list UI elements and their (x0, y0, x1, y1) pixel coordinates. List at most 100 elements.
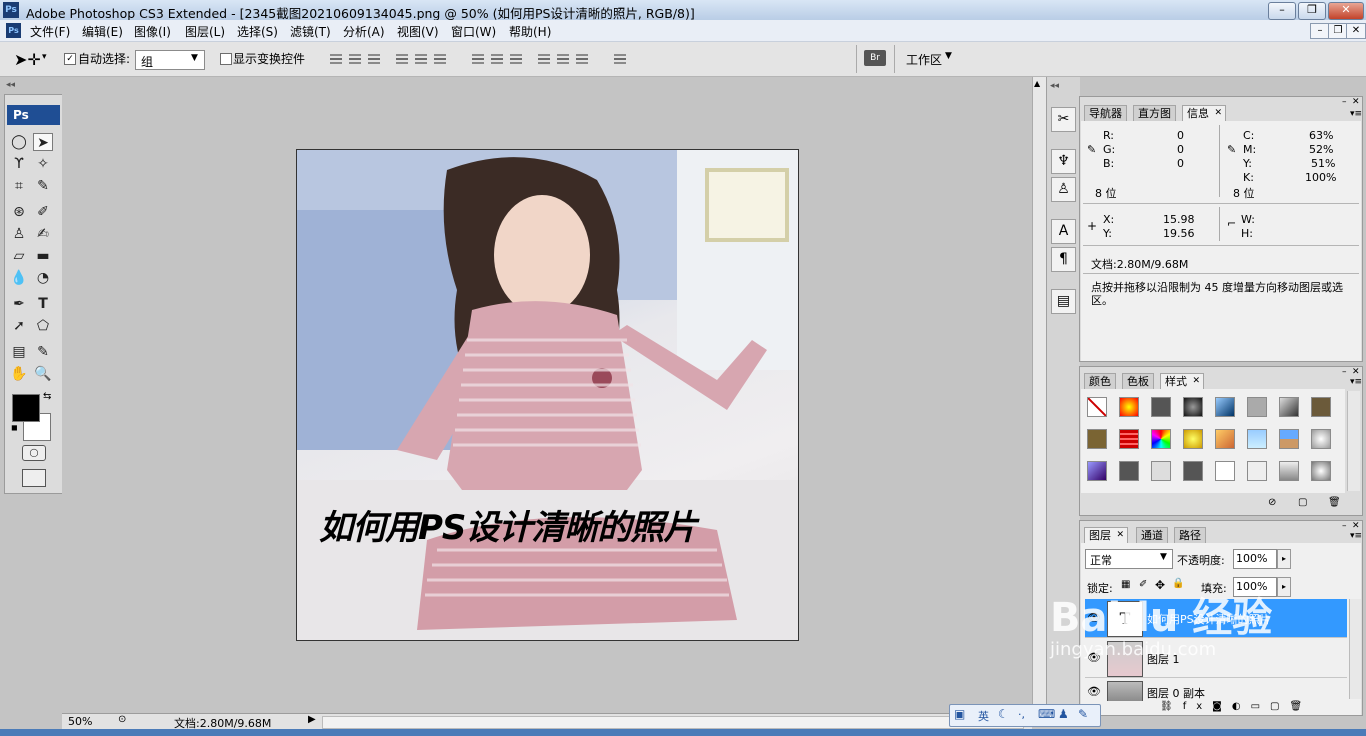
tool-presets-icon[interactable]: ✂ (1051, 107, 1076, 132)
swap-colors-icon[interactable]: ⇆ (43, 391, 51, 402)
character-icon[interactable]: A (1051, 219, 1076, 244)
tab-styles[interactable]: 样式 ✕ (1160, 373, 1204, 390)
distribute-hcenter-icon[interactable] (555, 52, 571, 66)
style-swatch[interactable] (1215, 397, 1235, 417)
status-arrow-icon[interactable]: ▶ (308, 714, 316, 725)
tab-close-icon[interactable]: ✕ (1214, 106, 1222, 121)
document-canvas[interactable]: 如何用PS设计清晰的照片 (296, 149, 799, 641)
style-swatch[interactable] (1311, 429, 1331, 449)
style-swatch-none[interactable] (1087, 397, 1107, 417)
style-swatch[interactable] (1247, 429, 1267, 449)
auto-align-layers-icon[interactable] (612, 52, 628, 66)
menu-file[interactable]: 文件(F) (30, 23, 70, 40)
zoom-tool-icon[interactable]: 🔍 (33, 365, 53, 383)
chevron-down-icon[interactable]: ▼ (945, 51, 952, 61)
style-swatch[interactable] (1247, 397, 1267, 417)
collapse-toolbox-icon[interactable]: ◂◂ (6, 80, 15, 90)
style-swatch[interactable] (1151, 429, 1171, 449)
screen-mode-icon[interactable] (22, 469, 46, 487)
default-colors-icon[interactable]: ◼ (11, 423, 18, 432)
history-brush-tool-icon[interactable]: ✍ (33, 225, 53, 243)
pen-tool-icon[interactable]: ✒ (9, 295, 29, 313)
clear-style-icon[interactable]: ⊘ (1268, 497, 1276, 508)
style-swatch[interactable] (1311, 397, 1331, 417)
align-right-icon[interactable] (432, 52, 448, 66)
doc-close-button[interactable]: ✕ (1346, 23, 1366, 39)
menu-edit[interactable]: 编辑(E) (82, 23, 123, 40)
slice-tool-icon[interactable]: ✎ (33, 177, 53, 195)
style-swatch[interactable] (1151, 397, 1171, 417)
ime-logo-icon[interactable]: ▣ (954, 707, 965, 721)
auto-select-dropdown[interactable]: 组 ▼ (135, 50, 205, 70)
doc-restore-button[interactable]: ❐ (1328, 23, 1348, 39)
tab-layers[interactable]: 图层 ✕ (1084, 527, 1128, 544)
style-swatch[interactable] (1311, 461, 1331, 481)
menu-analysis[interactable]: 分析(A) (343, 23, 385, 40)
hand-tool-icon[interactable]: ✋ (9, 365, 29, 383)
tab-close-icon[interactable]: ✕ (1116, 528, 1124, 543)
styles-scrollbar[interactable] (1347, 391, 1360, 491)
style-swatch[interactable] (1119, 429, 1139, 449)
ime-settings-icon[interactable]: ✎ (1078, 707, 1088, 721)
panel-close-icon[interactable]: ✕ (1352, 521, 1360, 531)
vertical-scrollbar[interactable]: ▲ (1032, 77, 1046, 713)
blur-tool-icon[interactable]: 💧 (9, 269, 29, 287)
style-swatch[interactable] (1279, 429, 1299, 449)
magic-wand-tool-icon[interactable]: ✧ (33, 155, 53, 173)
move-tool-preset-icon[interactable]: ➤✛ (14, 50, 41, 69)
tab-color[interactable]: 颜色 (1084, 373, 1116, 390)
shape-tool-icon[interactable]: ⬠ (33, 317, 53, 335)
zoom-level[interactable]: 50% (68, 715, 92, 728)
canvas-text-layer[interactable]: 如何用PS设计清晰的照片 (319, 500, 697, 549)
paragraph-icon[interactable]: ¶ (1051, 247, 1076, 272)
style-swatch[interactable] (1119, 397, 1139, 417)
ime-keyboard-icon[interactable]: ⌨ (1038, 707, 1055, 721)
adjustment-layer-icon[interactable]: ◐ (1232, 701, 1251, 712)
restore-button[interactable]: ❐ (1298, 2, 1326, 20)
minimize-button[interactable]: – (1268, 2, 1296, 20)
panel-minimize-icon[interactable]: – (1342, 97, 1347, 107)
style-swatch[interactable] (1183, 397, 1203, 417)
panel-close-icon[interactable]: ✕ (1352, 97, 1360, 107)
tab-navigator[interactable]: 导航器 (1084, 105, 1127, 122)
distribute-top-icon[interactable] (470, 52, 486, 66)
blend-mode-dropdown[interactable]: 正常 ▼ (1085, 549, 1173, 569)
clone-stamp-tool-icon[interactable]: ♙ (9, 225, 29, 243)
menu-help[interactable]: 帮助(H) (509, 23, 551, 40)
bridge-icon[interactable]: Br (864, 50, 886, 66)
new-style-icon[interactable]: ▢ (1298, 497, 1307, 508)
quick-mask-icon[interactable]: ◯ (22, 445, 46, 461)
brush-tool-icon[interactable]: ✐ (33, 203, 53, 221)
style-swatch[interactable] (1151, 461, 1171, 481)
panel-menu-icon[interactable]: ▾≡ (1350, 531, 1362, 541)
layer-row[interactable]: 👁 图层 0 副本 (1085, 679, 1347, 701)
scroll-up-icon[interactable]: ▲ (1034, 79, 1040, 88)
align-top-icon[interactable] (328, 52, 344, 66)
crop-tool-icon[interactable]: ⌗ (9, 177, 29, 195)
horizontal-scrollbar[interactable] (322, 716, 1024, 729)
distribute-right-icon[interactable] (574, 52, 590, 66)
gradient-tool-icon[interactable]: ▬ (33, 247, 53, 265)
tab-info[interactable]: 信息 ✕ (1182, 105, 1226, 122)
align-hcenter-icon[interactable] (413, 52, 429, 66)
auto-select-checkbox[interactable]: ✓ (64, 53, 76, 65)
marquee-tool-icon[interactable]: ◯ (9, 133, 29, 151)
menu-layer[interactable]: 图层(L) (185, 23, 225, 40)
delete-style-icon[interactable]: 🗑 (1328, 497, 1341, 508)
style-swatch[interactable] (1183, 429, 1203, 449)
tab-close-icon[interactable]: ✕ (1192, 374, 1200, 389)
app-menu-icon[interactable]: Ps (6, 23, 21, 38)
eye-visibility-icon[interactable]: 👁 (1087, 685, 1101, 698)
style-swatch[interactable] (1215, 429, 1235, 449)
menu-filter[interactable]: 滤镜(T) (290, 23, 331, 40)
new-group-icon[interactable]: ▭ (1251, 701, 1270, 712)
distribute-vcenter-icon[interactable] (489, 52, 505, 66)
lasso-tool-icon[interactable]: ϒ (9, 155, 29, 173)
brushes-icon[interactable]: ♆ (1051, 149, 1076, 174)
layers-scrollbar[interactable] (1349, 599, 1361, 699)
link-layers-icon[interactable]: ⛓ (1160, 701, 1183, 712)
tab-histogram[interactable]: 直方图 (1133, 105, 1176, 122)
ime-punct-icon[interactable]: ·, (1018, 708, 1025, 721)
align-left-icon[interactable] (394, 52, 410, 66)
notes-tool-icon[interactable]: ▤ (9, 343, 29, 361)
